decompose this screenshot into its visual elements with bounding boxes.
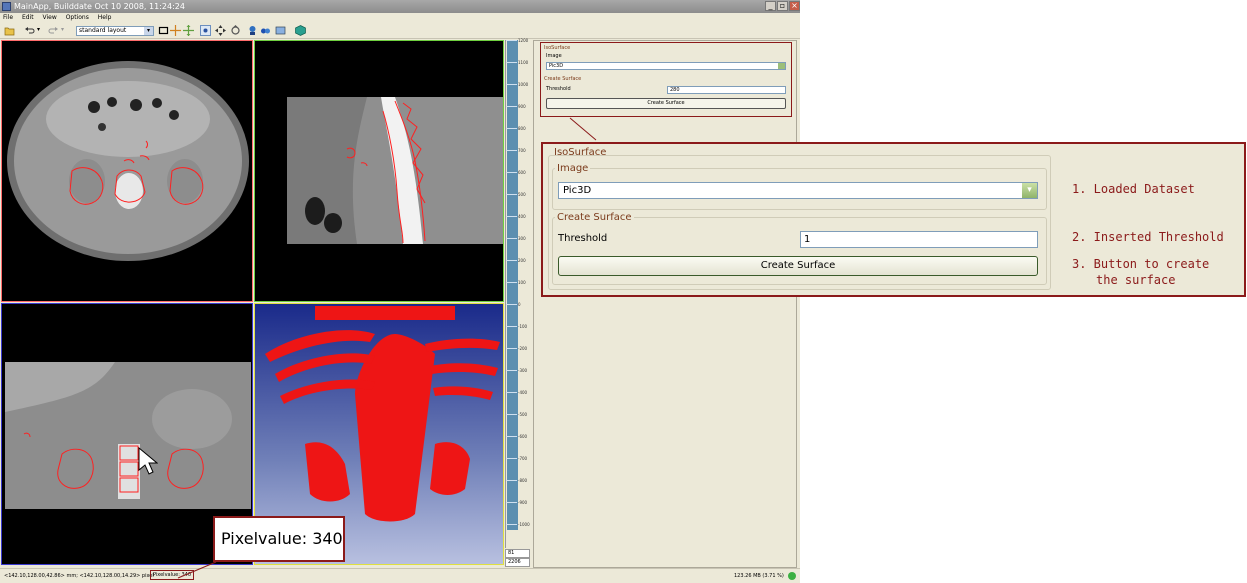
callout-loaded-dataset: 1. Loaded Dataset [1072, 182, 1195, 196]
threshold-label: Threshold [558, 233, 608, 244]
create-surface-button[interactable]: Create Surface [558, 256, 1038, 276]
image-group-label: Image [555, 163, 591, 174]
pixelvalue-callout: Pixelvalue: 340 [213, 516, 345, 562]
callout-create-button: 3. Button to create [1072, 257, 1210, 271]
threshold-input[interactable]: 1 [800, 231, 1038, 248]
create-surface-group-label: Create Surface [555, 212, 634, 223]
callout-create-button-line2: the surface [1096, 273, 1176, 287]
image-select-value: Pic3D [563, 185, 592, 196]
image-select[interactable]: Pic3D ▾ [558, 182, 1038, 199]
callout-inserted-threshold: 2. Inserted Threshold [1072, 230, 1224, 244]
chevron-down-icon: ▾ [1022, 183, 1037, 198]
